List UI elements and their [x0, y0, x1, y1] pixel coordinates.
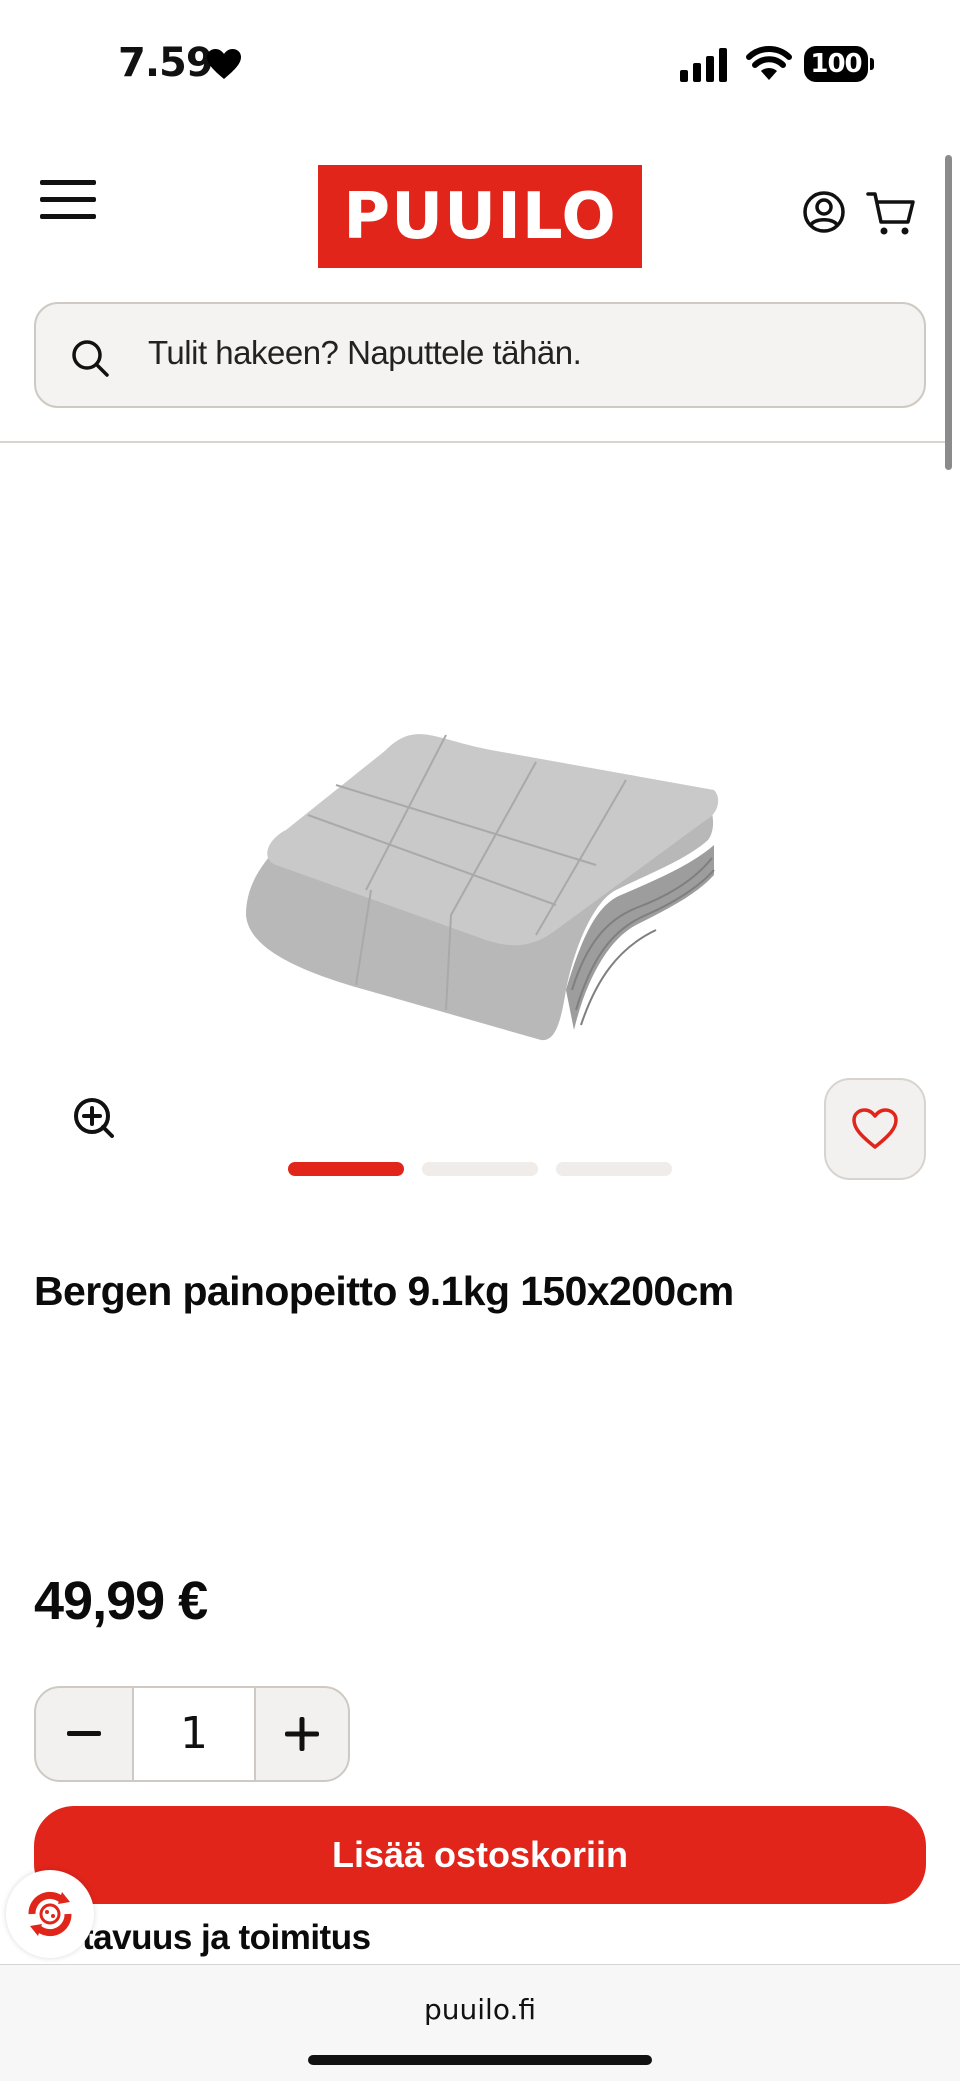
add-to-cart-button[interactable]: Lisää ostoskoriin — [34, 1806, 926, 1904]
cellular-signal-icon — [680, 48, 727, 82]
status-bar: 7.59 100 — [0, 0, 960, 130]
wifi-icon — [746, 46, 792, 80]
user-account-icon[interactable] — [802, 190, 846, 234]
support-bubble-icon — [28, 1891, 72, 1937]
support-bubble-button[interactable] — [6, 1870, 94, 1958]
heart-icon — [852, 1108, 898, 1149]
battery-tip — [870, 58, 874, 70]
quantity-increase-button[interactable] — [256, 1688, 348, 1780]
status-time: 7.59 — [118, 40, 214, 86]
browser-address-bar: puuilo.fi — [0, 1964, 960, 2081]
heart-status-icon — [207, 49, 241, 79]
product-image — [246, 734, 719, 1041]
header-divider — [0, 441, 948, 443]
minus-icon — [67, 1731, 101, 1736]
shopping-cart-icon[interactable] — [866, 188, 916, 238]
product-gallery[interactable] — [0, 450, 960, 1190]
home-indicator[interactable] — [308, 2055, 652, 2065]
gallery-pagination — [288, 1162, 672, 1176]
battery-level: 100 — [804, 46, 868, 82]
quantity-input[interactable]: 1 — [132, 1688, 256, 1780]
gallery-dot-1[interactable] — [288, 1162, 404, 1176]
wishlist-button[interactable] — [824, 1078, 926, 1180]
zoom-in-icon[interactable] — [72, 1096, 116, 1140]
search-input[interactable]: Tulit hakeen? Naputtele tähän. — [34, 302, 926, 408]
product-title: Bergen painopeitto 9.1kg 150x200cm — [34, 1268, 734, 1314]
gallery-dot-2[interactable] — [422, 1162, 538, 1176]
browser-url[interactable]: puuilo.fi — [0, 1993, 960, 2026]
product-price: 49,99 € — [34, 1571, 208, 1631]
availability-section-header[interactable]: tavuus ja toimitus — [82, 1918, 371, 1958]
brand-logo[interactable]: PUUILO — [318, 165, 642, 268]
quantity-decrease-button[interactable] — [36, 1688, 132, 1780]
gallery-dot-3[interactable] — [556, 1162, 672, 1176]
logo-text: PUUILO — [343, 179, 617, 254]
search-icon — [72, 340, 109, 377]
hamburger-menu-icon[interactable] — [40, 180, 96, 224]
plus-icon — [285, 1717, 319, 1751]
quantity-stepper: 1 — [34, 1686, 350, 1782]
battery-indicator: 100 — [804, 46, 874, 82]
search-placeholder: Tulit hakeen? Naputtele tähän. — [148, 334, 582, 371]
scrollbar[interactable] — [945, 155, 952, 470]
